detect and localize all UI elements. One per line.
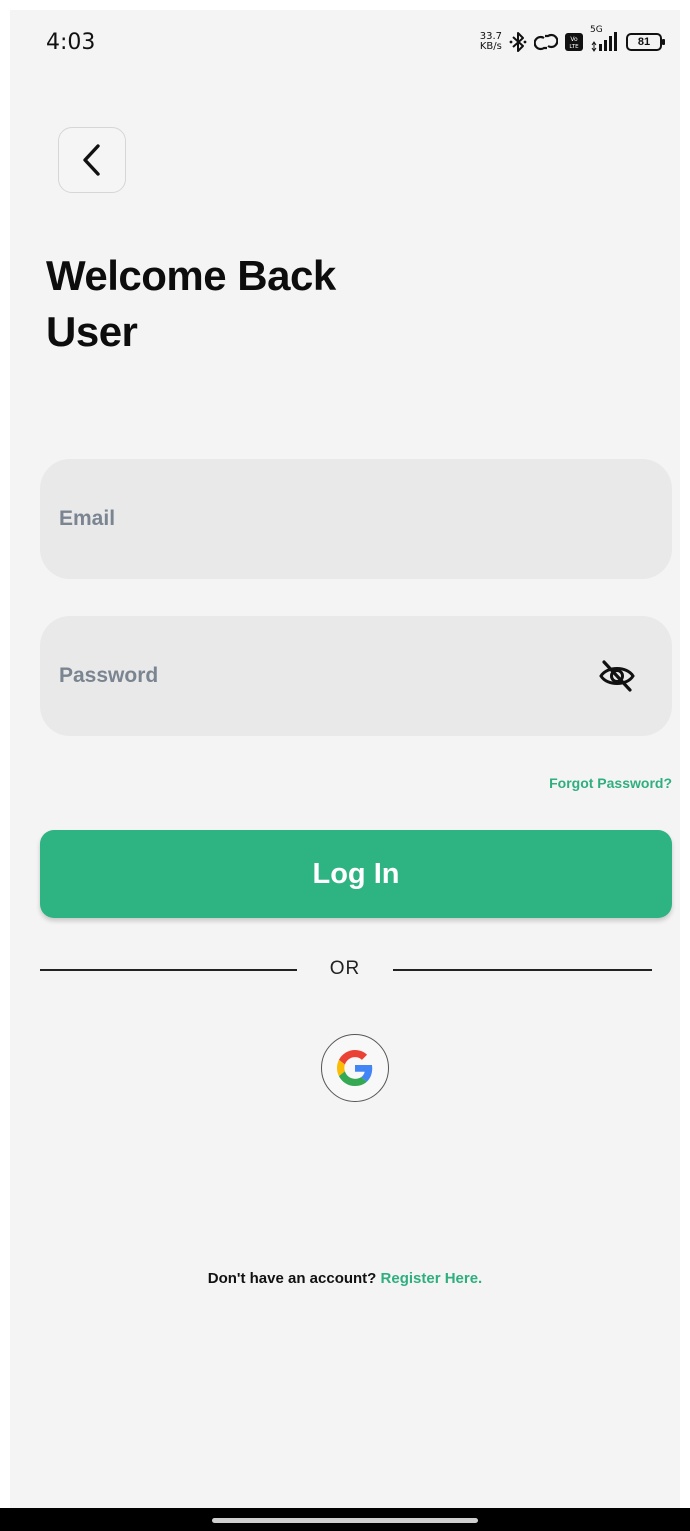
password-field[interactable] [40, 616, 672, 736]
title-line-1: Welcome Back [46, 252, 336, 299]
forgot-password-link[interactable]: Forgot Password? [549, 775, 672, 791]
page-title: Welcome Back User [46, 248, 336, 360]
eye-off-icon [599, 660, 635, 692]
or-divider: OR [40, 958, 652, 980]
signal-icon: 5G [590, 25, 620, 53]
divider-line-left [40, 969, 297, 971]
register-prompt-text: Don't have an account? [207, 1270, 381, 1287]
chevron-left-icon [83, 144, 100, 176]
email-field[interactable] [40, 459, 672, 579]
hotspot-link-icon [534, 31, 558, 53]
title-line-2: User [46, 308, 138, 355]
register-prompt: Don't have an account? Register Here. [10, 1270, 680, 1287]
battery-icon: 81 [626, 33, 665, 51]
battery-level: 81 [637, 36, 651, 48]
signal-type-label: 5G [590, 25, 603, 35]
bluetooth-icon [508, 31, 528, 53]
login-button[interactable]: Log In [40, 830, 672, 918]
status-icons: 33.7 KB/s Vo LTE 5G 81 [480, 25, 665, 56]
network-speed-unit: KB/s [479, 41, 502, 52]
back-button[interactable] [58, 127, 126, 193]
register-link[interactable]: Register Here. [381, 1270, 483, 1287]
password-visibility-toggle[interactable] [598, 658, 636, 694]
home-indicator[interactable] [212, 1518, 478, 1523]
status-bar: 4:03 33.7 KB/s Vo LTE 5G 81 [10, 10, 680, 80]
email-field-container [40, 459, 672, 579]
google-icon [337, 1050, 373, 1086]
volte-icon: Vo LTE [564, 32, 584, 52]
status-time: 4:03 [46, 30, 96, 55]
divider-line-right [393, 969, 652, 971]
svg-text:LTE: LTE [569, 44, 579, 50]
password-field-container [40, 616, 672, 736]
network-speed: 33.7 KB/s [480, 32, 502, 52]
system-navigation-bar [0, 1508, 690, 1531]
google-signin-button[interactable] [321, 1034, 389, 1102]
svg-text:Vo: Vo [570, 36, 578, 43]
or-label: OR [329, 958, 361, 979]
login-screen: 4:03 33.7 KB/s Vo LTE 5G 81 Welcome Back… [10, 10, 680, 1508]
